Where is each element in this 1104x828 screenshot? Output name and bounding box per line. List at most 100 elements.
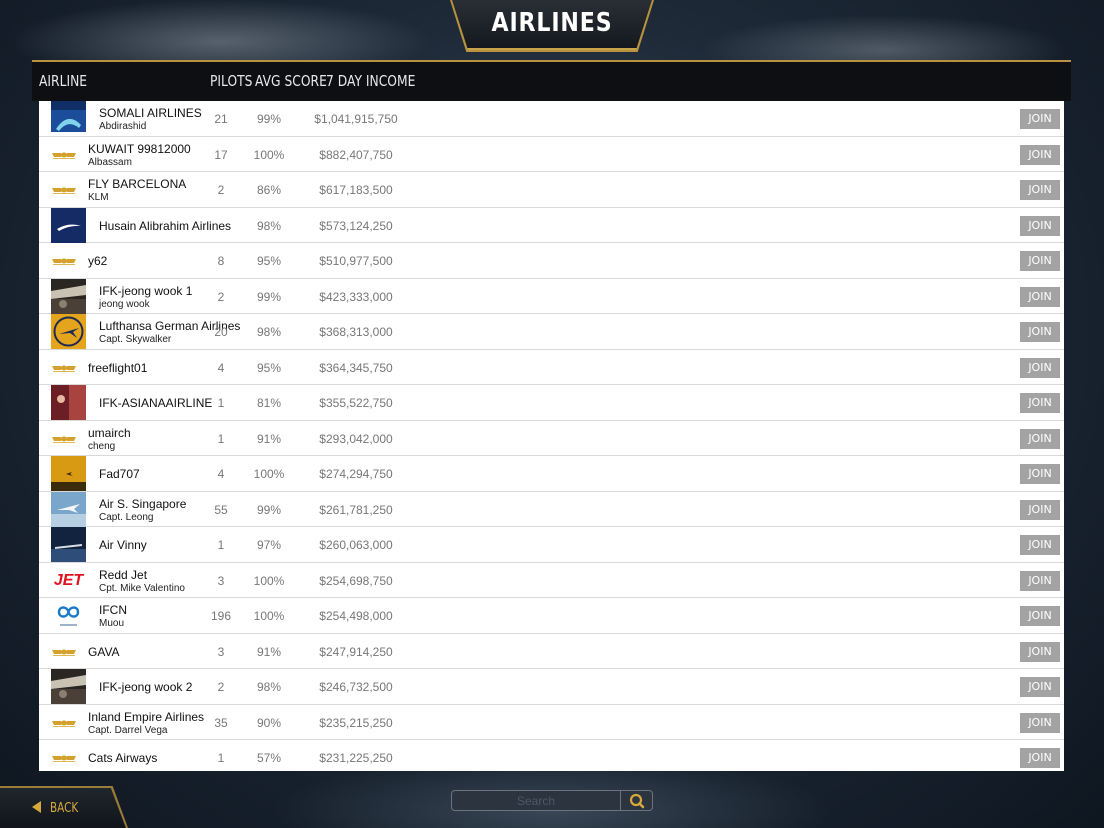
avg-score: 98%	[256, 325, 282, 339]
join-button[interactable]: JOIN	[1020, 677, 1060, 697]
table-row[interactable]: y62 8 95% $510,977,500 JOIN	[39, 243, 1064, 279]
airline-name: SOMALI AIRLINES	[99, 106, 202, 120]
table-row[interactable]: SOMALI AIRLINES Abdirashid 21 99% $1,041,915…	[39, 101, 1064, 137]
table-row[interactable]: JET Redd Jet Cpt. Mike Valentino 3 100% $254,…	[39, 563, 1064, 598]
income-value: $364,345,750	[319, 360, 393, 375]
avg-score: 57%	[256, 751, 282, 765]
income-value: $254,698,750	[319, 573, 393, 588]
night-plane-icon	[51, 527, 86, 562]
pilot-count: 4	[217, 360, 225, 375]
table-row[interactable]: GAVA 3 91% $247,914,250 JOIN	[39, 634, 1064, 669]
airline-name: umairch	[88, 425, 131, 440]
airline-name: y62	[88, 254, 108, 268]
column-header-airline[interactable]: AIRLINE	[39, 72, 87, 90]
wings-icon	[51, 431, 77, 447]
income-value: $235,215,250	[319, 715, 393, 730]
pilot-count: 1	[217, 431, 225, 446]
airline-owner: Albassam	[88, 156, 132, 168]
income-value: $231,225,250	[319, 751, 393, 765]
avg-score: 91%	[256, 644, 282, 659]
table-row[interactable]: Inland Empire Airlines Capt. Darrel Vega 3…	[39, 705, 1064, 740]
table-row[interactable]: KUWAIT 99812000 Albassam 17 100% $882,407,75…	[39, 137, 1064, 172]
airline-name-block: Redd Jet Cpt. Mike Valentino	[99, 568, 185, 594]
join-button[interactable]: JOIN	[1020, 641, 1060, 662]
join-button[interactable]: JOIN	[1020, 180, 1060, 200]
wings-icon	[51, 253, 77, 269]
airline-name-block: y62	[88, 254, 107, 268]
income-value: $1,041,915,750	[314, 112, 398, 126]
join-button[interactable]: JOIN	[1020, 712, 1060, 733]
table-row[interactable]: IFK-jeong wook 2 2 98% $246,732,500 JOIN	[39, 669, 1064, 705]
income-value: $247,914,250	[319, 644, 393, 659]
pilot-count: 17	[214, 147, 228, 162]
back-arrow-icon[interactable]	[32, 801, 41, 813]
join-button[interactable]: JOIN	[1020, 109, 1060, 129]
join-button[interactable]: JOIN	[1020, 499, 1060, 520]
airline-name-block: IFK-jeong wook 2	[99, 680, 192, 694]
search-button[interactable]	[620, 790, 653, 811]
table-row[interactable]: Air Vinny 1 97% $260,063,000 JOIN	[39, 527, 1064, 563]
avg-score: 81%	[256, 396, 282, 410]
table-row[interactable]: Husain Alibrahim Airlines 98% $573,124,250…	[39, 207, 1064, 243]
avg-score: 100%	[253, 609, 285, 623]
table-row[interactable]: freeflight01 4 95% $364,345,750 JOIN	[39, 350, 1064, 385]
avg-score: 99%	[256, 289, 282, 304]
search-icon[interactable]	[621, 791, 654, 812]
join-button[interactable]: JOIN	[1020, 393, 1060, 413]
table-row[interactable]: IFCN Muou 196 100% $254,498,000 JOIN	[39, 598, 1064, 634]
column-header-avg-score[interactable]: AVG SCORE	[255, 72, 327, 90]
join-button[interactable]: JOIN	[1020, 322, 1060, 342]
table-row[interactable]: Lufthansa German Airlines Capt. Skywalker…	[39, 314, 1064, 350]
airline-owner: cheng	[88, 440, 116, 452]
income-value: $573,124,250	[319, 218, 393, 233]
join-button[interactable]: JOIN	[1020, 748, 1060, 768]
table-row[interactable]: IFK-ASIANAAIRLINE 1 81% $355,522,750 JOIN	[39, 385, 1064, 421]
page-title: AIRLINES	[491, 8, 613, 38]
join-button[interactable]: JOIN	[1020, 251, 1060, 271]
avg-score: 98%	[256, 680, 282, 694]
jet-logo-text: JET	[53, 571, 84, 589]
avg-score: 99%	[256, 112, 282, 126]
join-button[interactable]: JOIN	[1020, 464, 1060, 484]
airline-list[interactable]: SOMALI AIRLINES Abdirashid 21 99% $1,041,915…	[39, 101, 1064, 771]
table-row[interactable]: Cats Airways 1 57% $231,225,250 JOIN	[39, 740, 1064, 771]
wings-icon	[51, 360, 77, 376]
income-value: $423,333,000	[319, 289, 393, 304]
table-row[interactable]: FLY BARCELONA KLM 2 86% $617,183,500 JOIN	[39, 172, 1064, 208]
join-button[interactable]: JOIN	[1020, 535, 1060, 555]
airline-name-block: KUWAIT 99812000 Albassam	[88, 142, 191, 168]
airline-name-block: freeflight01	[88, 361, 147, 375]
wings-icon	[51, 644, 77, 660]
avg-score: 100%	[253, 467, 285, 481]
wings-icon	[51, 182, 77, 198]
column-header-pilots[interactable]: PILOTS	[210, 72, 252, 90]
join-button[interactable]: JOIN	[1020, 357, 1060, 378]
airline-name: FLY BARCELONA	[88, 177, 187, 191]
join-button[interactable]: JOIN	[1020, 428, 1060, 449]
airline-name: IFCN	[99, 603, 127, 617]
somali-logo-icon	[51, 101, 86, 136]
search-input[interactable]	[452, 791, 620, 810]
avg-score: 97%	[256, 538, 282, 552]
airline-owner: KLM	[88, 192, 109, 203]
pilot-count: 55	[214, 502, 228, 517]
sunset-plane-icon	[51, 456, 86, 491]
income-value: $293,042,000	[319, 431, 393, 446]
table-row[interactable]: umairch cheng 1 91% $293,042,000 JOIN	[39, 421, 1064, 456]
join-button[interactable]: JOIN	[1020, 286, 1060, 307]
table-row[interactable]: Fad707 4 100% $274,294,750 JOIN	[39, 456, 1064, 492]
pilot-count: 2	[217, 680, 225, 694]
join-button[interactable]: JOIN	[1020, 215, 1060, 236]
avg-score: 95%	[256, 360, 282, 375]
table-row[interactable]: IFK-jeong wook 1 jeong wook 2 99% $423,333,0…	[39, 278, 1064, 314]
income-value: $260,063,000	[319, 538, 393, 552]
search-field[interactable]	[451, 790, 621, 811]
join-button[interactable]: JOIN	[1020, 144, 1060, 165]
airline-owner: jeong wook	[99, 298, 150, 310]
join-button[interactable]: JOIN	[1020, 570, 1060, 591]
join-button[interactable]: JOIN	[1020, 606, 1060, 626]
back-label[interactable]: BACK	[50, 801, 78, 816]
income-value: $355,522,750	[319, 396, 393, 410]
column-header-income[interactable]: 7 DAY INCOME	[326, 72, 415, 90]
table-row[interactable]: Air S. Singapore Capt. Leong 55 99% $261,781…	[39, 491, 1064, 527]
